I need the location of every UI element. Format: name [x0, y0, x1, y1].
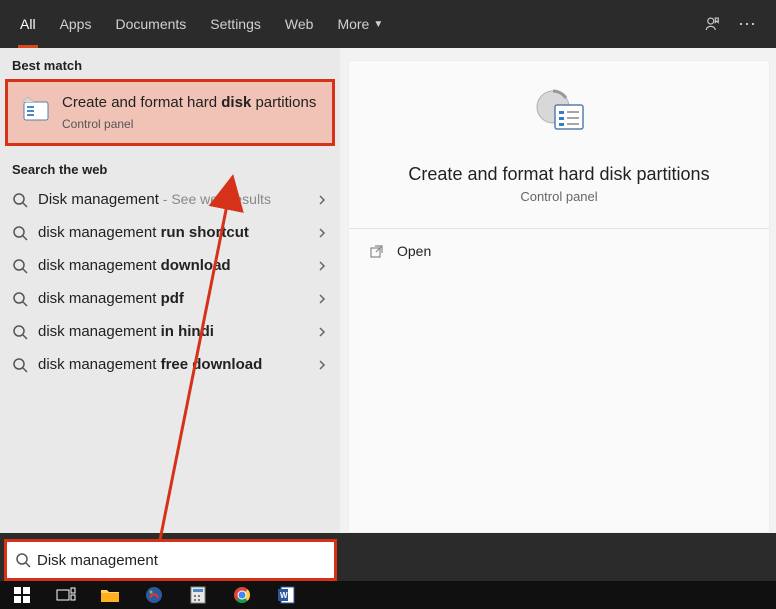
search-input[interactable]	[37, 552, 326, 569]
web-result-row[interactable]: disk management download	[0, 249, 340, 282]
chevron-right-icon	[316, 326, 328, 338]
web-result-row[interactable]: disk management free download	[0, 348, 340, 381]
tab-more[interactable]: More ▼	[325, 0, 395, 48]
search-icon	[12, 357, 28, 373]
search-icon	[12, 192, 28, 208]
chrome-icon[interactable]	[230, 585, 254, 605]
tab-documents[interactable]: Documents	[103, 0, 198, 48]
tab-more-label: More	[337, 16, 369, 32]
task-view-icon[interactable]	[54, 585, 78, 605]
web-results-list: Disk management - See web results disk ma…	[0, 183, 340, 381]
web-result-label: disk management free download	[38, 356, 306, 373]
web-result-row[interactable]: disk management pdf	[0, 282, 340, 315]
tab-settings[interactable]: Settings	[198, 0, 273, 48]
web-result-label: disk management run shortcut	[38, 224, 306, 241]
start-button[interactable]	[10, 585, 34, 605]
search-icon	[12, 324, 28, 340]
chevron-right-icon	[316, 194, 328, 206]
detail-title: Create and format hard disk partitions	[398, 164, 719, 185]
chevron-down-icon: ▼	[373, 19, 383, 30]
web-result-label: Disk management - See web results	[38, 191, 306, 208]
search-icon	[12, 291, 28, 307]
app-icon-swirl[interactable]	[142, 585, 166, 605]
search-icon	[12, 225, 28, 241]
disk-partition-icon	[20, 94, 52, 126]
best-match-heading: Best match	[0, 48, 340, 79]
chevron-right-icon	[316, 227, 328, 239]
search-icon	[12, 258, 28, 274]
calculator-icon[interactable]	[186, 585, 210, 605]
feedback-icon[interactable]	[704, 15, 722, 33]
chevron-right-icon	[316, 260, 328, 272]
taskbar: W	[0, 581, 776, 609]
best-match-subtitle: Control panel	[62, 117, 320, 131]
tab-apps[interactable]: Apps	[48, 0, 104, 48]
svg-text:W: W	[280, 591, 288, 600]
open-label: Open	[397, 243, 431, 259]
search-icon	[15, 552, 31, 568]
web-result-row[interactable]: disk management in hindi	[0, 315, 340, 348]
search-box[interactable]	[4, 539, 337, 581]
chevron-right-icon	[316, 293, 328, 305]
best-match-title: Create and format hard disk partitions	[62, 94, 320, 111]
more-options-icon[interactable]: ⋯	[738, 14, 758, 35]
best-match-result[interactable]: Create and format hard disk partitions C…	[5, 79, 335, 146]
open-action[interactable]: Open	[349, 229, 769, 273]
search-filter-tabs: All Apps Documents Settings Web More ▼ ⋯	[0, 0, 776, 48]
search-results-body: Best match Create and format hard disk p…	[0, 48, 776, 533]
word-icon[interactable]: W	[274, 585, 298, 605]
web-result-label: disk management in hindi	[38, 323, 306, 340]
results-left-column: Best match Create and format hard disk p…	[0, 48, 340, 533]
web-result-row[interactable]: disk management run shortcut	[0, 216, 340, 249]
chevron-right-icon	[316, 359, 328, 371]
detail-subtitle: Control panel	[520, 189, 597, 204]
result-detail-panel: Create and format hard disk partitions C…	[348, 60, 770, 533]
tab-web[interactable]: Web	[273, 0, 326, 48]
search-web-heading: Search the web	[0, 152, 340, 183]
open-icon	[369, 243, 385, 259]
detail-disk-partition-icon	[527, 81, 591, 150]
web-result-row[interactable]: Disk management - See web results	[0, 183, 340, 216]
web-result-label: disk management pdf	[38, 290, 306, 307]
web-result-label: disk management download	[38, 257, 306, 274]
file-explorer-icon[interactable]	[98, 585, 122, 605]
tab-all[interactable]: All	[8, 0, 48, 48]
